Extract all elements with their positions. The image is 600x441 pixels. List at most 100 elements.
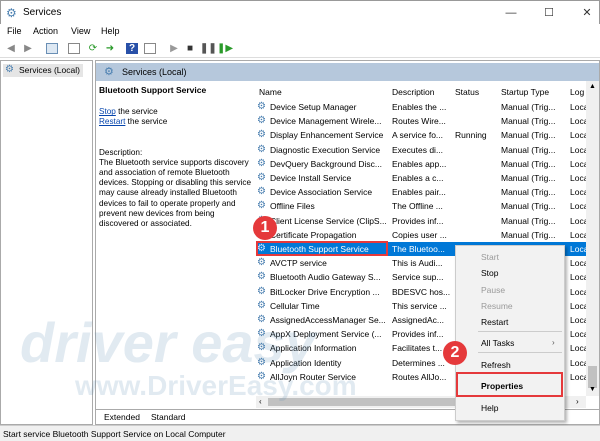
tree-item-label: Services (Local): [19, 65, 80, 75]
cell-log-on-as: Loca: [570, 187, 586, 198]
table-row[interactable]: ⚙ Device Management Wirele... Routes Wire.…: [256, 114, 586, 128]
menu-item-start[interactable]: Start: [481, 252, 499, 262]
console-tree-icon[interactable]: [46, 43, 58, 54]
table-row[interactable]: ⚙ Device Install Service Enables a c... Man…: [256, 171, 586, 185]
table-row[interactable]: ⚙ Device Association Service Enables pair.…: [256, 185, 586, 199]
column-status[interactable]: Status: [455, 87, 479, 97]
properties-icon[interactable]: [68, 43, 80, 54]
window-title: Services: [23, 7, 62, 18]
cell-name: Display Enhancement Service: [270, 130, 384, 141]
service-gear-icon: ⚙: [257, 129, 266, 141]
menu-view[interactable]: View: [71, 26, 90, 36]
start-icon[interactable]: ▶: [168, 43, 180, 54]
cell-log-on-as: Loca: [570, 229, 586, 240]
cell-log-on-as: Loca: [570, 315, 586, 325]
column-log-on-as[interactable]: Log: [570, 87, 584, 97]
cell-description: Enables pair...: [392, 187, 446, 198]
column-description[interactable]: Description: [392, 87, 435, 97]
vertical-scrollbar[interactable]: ▲ ▼: [586, 81, 599, 396]
menu-item-restart[interactable]: Restart: [481, 317, 508, 327]
cell-name: Device Management Wirele...: [270, 116, 382, 127]
help-icon[interactable]: ?: [126, 43, 138, 54]
back-icon[interactable]: ◀: [5, 43, 17, 54]
cell-log-on-as: Loca: [570, 357, 586, 368]
cell-log-on-as: Loca: [570, 102, 586, 112]
menu-item-pause[interactable]: Pause: [481, 285, 505, 295]
scroll-right-icon[interactable]: ›: [576, 397, 579, 406]
tab-standard[interactable]: Standard: [151, 412, 186, 422]
cell-name: Certificate Propagation: [270, 229, 357, 240]
stop-text: the service: [115, 107, 158, 117]
cell-description: AssignedAc...: [392, 315, 444, 325]
cell-name: Client License Service (ClipS...: [270, 215, 387, 226]
minimize-button[interactable]: —: [501, 4, 521, 22]
service-gear-icon: ⚙: [257, 143, 266, 155]
cell-description: Executes di...: [392, 144, 444, 155]
restart-link[interactable]: Restart: [99, 117, 125, 126]
menu-item-all-tasks[interactable]: All Tasks: [481, 338, 514, 348]
table-row[interactable]: ⚙ Offline Files The Offline ... Manual (Tri…: [256, 199, 586, 213]
cell-startup-type: Manual (Trig...: [501, 158, 556, 169]
tree-item-services-local[interactable]: ⚙ Services (Local): [3, 64, 83, 77]
menu-item-stop[interactable]: Stop: [481, 268, 499, 278]
column-name[interactable]: Name: [259, 87, 282, 97]
table-row[interactable]: ⚙ Diagnostic Execution Service Executes di…: [256, 143, 586, 157]
service-details: Bluetooth Support Service Stop the servi…: [99, 85, 254, 229]
menu-help[interactable]: Help: [101, 26, 120, 36]
separator: [478, 331, 562, 332]
refresh-icon[interactable]: ⟳: [87, 43, 99, 54]
cell-log-on-as: Loca: [570, 244, 586, 254]
maximize-button[interactable]: ☐: [539, 4, 559, 22]
scroll-down-icon[interactable]: ▼: [589, 386, 596, 393]
step-1-badge: 1: [253, 216, 277, 240]
menu-item-refresh[interactable]: Refresh: [481, 360, 511, 370]
pane-header-title: Services (Local): [122, 67, 187, 77]
cell-log-on-as: Loca: [570, 130, 586, 141]
view-icon[interactable]: [144, 43, 156, 54]
cell-description: Enables app...: [392, 158, 447, 169]
service-gear-icon: ⚙: [257, 271, 266, 283]
cell-name: AVCTP service: [270, 258, 327, 269]
table-row[interactable]: ⚙Client License Service (ClipS...Provide…: [256, 214, 586, 228]
status-bar: Start service Bluetooth Support Service …: [0, 425, 600, 441]
menu-action[interactable]: Action: [33, 26, 58, 36]
cell-log-on-as: Loca: [570, 300, 586, 311]
description-text: The Bluetooth service supports discovery…: [99, 157, 252, 229]
restart-icon[interactable]: ❚▶: [217, 43, 233, 54]
cell-description: BDESVC hos...: [392, 286, 451, 297]
tab-extended[interactable]: Extended: [104, 412, 140, 422]
table-row[interactable]: ⚙ DevQuery Background Disc... Enables app.…: [256, 157, 586, 171]
cell-description: A service fo...: [392, 130, 444, 141]
service-title: Bluetooth Support Service: [99, 85, 207, 95]
export-icon[interactable]: ➜: [104, 43, 116, 54]
table-row[interactable]: ⚙ Device Setup Manager Enables the ... Manu…: [256, 100, 586, 114]
cell-name: Diagnostic Execution Service: [270, 144, 381, 155]
cell-name: BitLocker Drive Encryption ...: [270, 286, 380, 297]
cell-log-on-as: Loca: [570, 201, 586, 212]
pause-icon[interactable]: ❚❚: [200, 43, 217, 54]
menu-item-help[interactable]: Help: [481, 403, 498, 413]
service-gear-icon: ⚙: [257, 157, 266, 169]
close-button[interactable]: ✕: [577, 4, 597, 22]
toolbar: ◀ ▶ ⟳ ➜ ? ▶ ■ ❚❚ ❚▶: [0, 40, 600, 58]
table-row[interactable]: ⚙ Display Enhancement Service A service fo…: [256, 128, 586, 142]
forward-icon[interactable]: ▶: [22, 43, 34, 54]
menu-item-resume[interactable]: Resume: [481, 301, 513, 311]
menu-file[interactable]: File: [7, 26, 22, 36]
service-gear-icon: ⚙: [257, 115, 266, 127]
cell-description: Routes AllJo...: [392, 371, 447, 382]
services-gear-icon: ⚙: [6, 6, 17, 20]
cell-description: Enables the ...: [392, 102, 447, 112]
scroll-thumb[interactable]: [588, 366, 597, 388]
stop-link[interactable]: Stop: [99, 107, 116, 116]
scroll-up-icon[interactable]: ▲: [589, 83, 596, 90]
cell-log-on-as: Loca: [570, 272, 586, 283]
table-row[interactable]: ⚙Certificate PropagationCopies user ...M…: [256, 228, 586, 242]
cell-description: This is Audi...: [392, 258, 443, 269]
cell-startup-type: Manual (Trig...: [501, 229, 556, 240]
column-startup-type[interactable]: Startup Type: [501, 87, 549, 97]
cell-description: Provides inf...: [392, 329, 444, 340]
cell-startup-type: Manual (Trig...: [501, 215, 556, 226]
stop-icon[interactable]: ■: [184, 43, 196, 54]
cell-description: Enables a c...: [392, 173, 444, 183]
